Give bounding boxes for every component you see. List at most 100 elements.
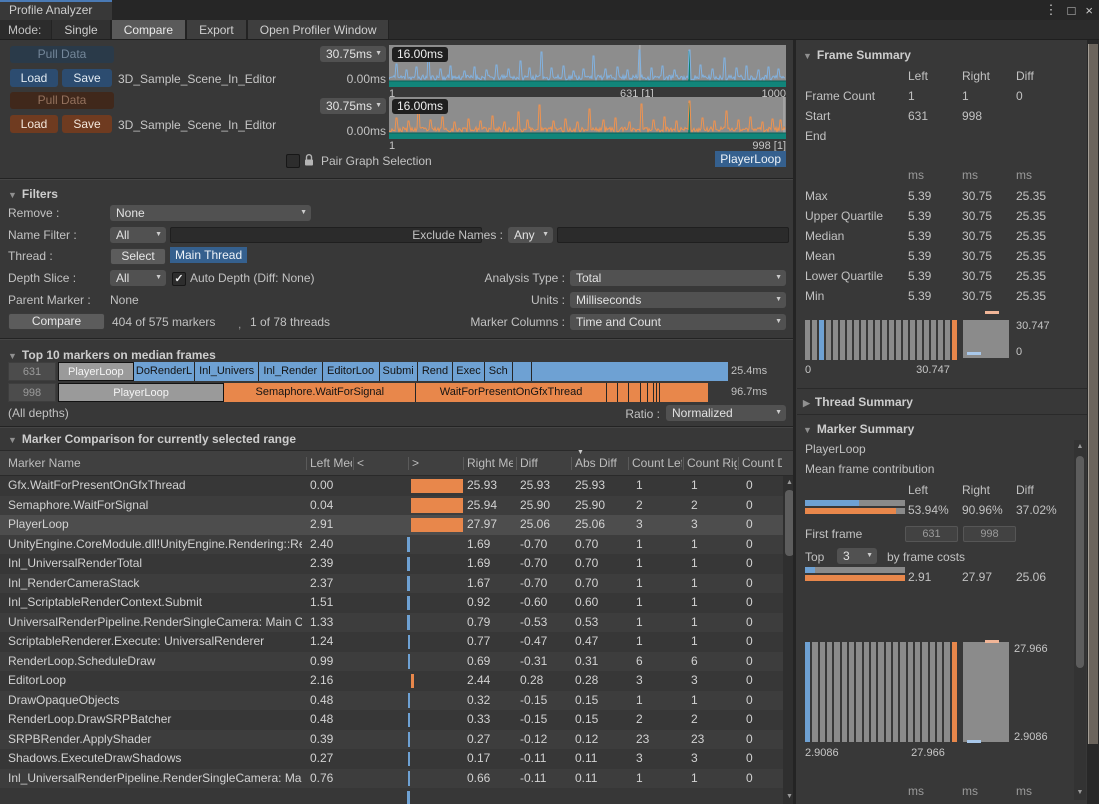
depth-mode-dropdown[interactable]: All▼ — [110, 270, 166, 286]
maximize-icon[interactable]: □ — [1068, 3, 1076, 18]
load-left-button[interactable]: Load — [10, 69, 58, 87]
cell-diff: -0.53 — [520, 613, 566, 633]
toolbar-button-compare[interactable]: Compare — [111, 20, 186, 39]
table-row[interactable]: SRPBRender.ApplyShader0.390.27-0.120.122… — [0, 730, 783, 750]
graph1-frame-plot[interactable] — [389, 45, 786, 87]
panel-splitter[interactable] — [793, 40, 796, 804]
selected-marker-chip[interactable]: PlayerLoop — [715, 151, 786, 167]
exclude-names-input[interactable] — [557, 227, 789, 243]
summary-value: 5.39 — [908, 289, 962, 303]
cell-count-delta: 0 — [746, 632, 783, 652]
histogram-bar — [826, 320, 831, 360]
ratio-dropdown[interactable]: Normalized▼ — [666, 405, 786, 421]
thread-select-button[interactable]: Select — [110, 248, 166, 265]
window-scrollbar-thumb[interactable] — [1088, 44, 1098, 744]
top10-segment: DoRenderL — [134, 362, 196, 381]
load-right-button[interactable]: Load — [10, 115, 58, 133]
top10-frame-left[interactable]: 631 — [8, 362, 56, 381]
thread-value-chip[interactable]: Main Thread — [170, 247, 247, 263]
column-header-8[interactable]: Count Right — [687, 451, 737, 475]
toolbar-button-export[interactable]: Export — [186, 20, 247, 39]
table-row-partial[interactable] — [0, 788, 783, 804]
units-dropdown[interactable]: Milliseconds▼ — [570, 292, 786, 308]
analysis-type-dropdown[interactable]: Total▼ — [570, 270, 786, 286]
table-row[interactable]: Semaphore.WaitForSignal0.0425.9425.9025.… — [0, 496, 783, 516]
table-row[interactable]: Inl_UniversalRenderPipeline.RenderSingle… — [0, 769, 783, 789]
window-scrollbar[interactable] — [1087, 40, 1099, 804]
save-left-button[interactable]: Save — [62, 69, 112, 87]
compare-button[interactable]: Compare — [8, 313, 105, 330]
table-row[interactable]: PlayerLoop2.9127.9725.0625.06330 — [0, 515, 783, 535]
scroll-up-icon[interactable]: ▲ — [1074, 442, 1086, 452]
frame-summary-header[interactable]: ▼Frame Summary — [803, 47, 911, 64]
chevron-down-icon: ▼ — [300, 205, 307, 221]
marker-summary-scrollbar[interactable]: ▲ ▼ — [1074, 440, 1086, 800]
tab-profile-analyzer[interactable]: Profile Analyzer — [0, 0, 112, 20]
close-icon[interactable]: × — [1085, 3, 1093, 18]
remove-dropdown[interactable]: None ▼ — [110, 205, 311, 221]
table-row[interactable]: ScriptableRenderer.Execute: UniversalRen… — [0, 632, 783, 652]
graph1-range-dropdown[interactable]: 30.75ms▼ — [320, 46, 386, 62]
thread-summary-header[interactable]: ▶Thread Summary — [803, 394, 913, 411]
column-header-9[interactable]: Count Delta — [742, 451, 782, 475]
summary-value: 5.39 — [908, 189, 962, 203]
comparison-header[interactable]: ▼Marker Comparison for currently selecte… — [8, 431, 296, 448]
table-row[interactable]: DrawOpaqueObjects0.480.32-0.150.15110 — [0, 691, 783, 711]
graph2-range-dropdown[interactable]: 30.75ms▼ — [320, 98, 386, 114]
column-header-7[interactable]: Count Left — [632, 451, 682, 475]
name-filter-mode-dropdown[interactable]: All▼ — [110, 227, 166, 243]
table-row[interactable]: RenderLoop.ScheduleDraw0.990.69-0.310.31… — [0, 652, 783, 672]
foldout-closed-icon: ▶ — [803, 398, 810, 408]
table-row[interactable]: RenderLoop.DrawSRPBatcher0.480.33-0.150.… — [0, 710, 783, 730]
histogram-bar — [922, 642, 927, 742]
column-header-0[interactable]: Marker Name — [8, 451, 302, 475]
histogram-bar — [878, 642, 883, 742]
column-separator — [353, 457, 354, 470]
column-header-4[interactable]: Right Median — [467, 451, 513, 475]
marker-columns-dropdown[interactable]: Time and Count▼ — [570, 314, 786, 330]
top-n-dropdown[interactable]: 3▼ — [837, 548, 877, 564]
marker-summary-scrollbar-thumb[interactable] — [1076, 456, 1084, 668]
column-header-5[interactable]: Diff — [520, 451, 566, 475]
first-frame-right-button[interactable]: 998 — [963, 526, 1016, 542]
table-row[interactable]: Inl_UniversalRenderTotal2.391.69-0.700.7… — [0, 554, 783, 574]
comparison-table-header[interactable]: Marker Name Left Median< > Right Median Diff… — [0, 450, 796, 476]
pull-data-left-button[interactable]: Pull Data — [10, 46, 114, 63]
save-right-button[interactable]: Save — [62, 115, 112, 133]
top10-title: Top 10 markers on median frames — [22, 348, 216, 362]
cell-abs-diff: 0.28 — [575, 671, 625, 691]
first-frame-left-button[interactable]: 631 — [905, 526, 958, 542]
diff-bar-right — [411, 479, 463, 494]
toolbar-button-single[interactable]: Single — [51, 20, 110, 39]
table-row[interactable]: Inl_RenderCameraStack2.371.67-0.700.7011… — [0, 574, 783, 594]
marker-summary-header[interactable]: ▼Marker Summary — [803, 421, 914, 438]
menu-icon[interactable]: ⋮ — [1045, 2, 1058, 18]
toolbar-button-open-profiler-window[interactable]: Open Profiler Window — [247, 20, 390, 39]
ms-boxplot-min: 2.9086 — [1014, 731, 1048, 744]
auto-depth-checkbox[interactable]: ✓ — [172, 272, 186, 286]
table-row[interactable]: Shadows.ExecuteDrawShadows0.270.17-0.110… — [0, 749, 783, 769]
scroll-down-icon[interactable]: ▼ — [1074, 788, 1086, 798]
column-header-3[interactable]: > — [412, 451, 424, 475]
cell-count-left: 1 — [636, 476, 686, 496]
column-header-2[interactable]: < — [357, 451, 369, 475]
filters-header[interactable]: ▼Filters — [8, 186, 58, 203]
table-row[interactable]: EditorLoop2.162.440.280.28330 — [0, 671, 783, 691]
boxplot-min-tick — [967, 352, 981, 355]
top10-frame-right[interactable]: 998 — [8, 383, 56, 402]
pull-data-right-button[interactable]: Pull Data — [10, 92, 114, 109]
table-row[interactable]: Gfx.WaitForPresentOnGfxThread0.0025.9325… — [0, 476, 783, 496]
pair-graph-selection-checkbox[interactable] — [286, 154, 300, 168]
column-header-1[interactable]: Left Median — [310, 451, 352, 475]
table-row[interactable]: UniversalRenderPipeline.RenderSingleCame… — [0, 613, 783, 633]
cell-left-median: 2.91 — [310, 515, 352, 535]
table-row[interactable]: UnityEngine.CoreModule.dll!UnityEngine.R… — [0, 535, 783, 555]
graph2-frame-plot[interactable] — [389, 97, 786, 139]
exclude-mode-dropdown[interactable]: Any▼ — [508, 227, 553, 243]
ratio-value: Normalized — [672, 406, 733, 420]
remove-value: None — [116, 206, 145, 220]
table-row[interactable]: Inl_ScriptableRenderContext.Submit1.510.… — [0, 593, 783, 613]
cell-count-left: 3 — [636, 749, 686, 769]
lock-icon[interactable] — [303, 153, 315, 170]
summary-label: Min — [805, 289, 908, 303]
